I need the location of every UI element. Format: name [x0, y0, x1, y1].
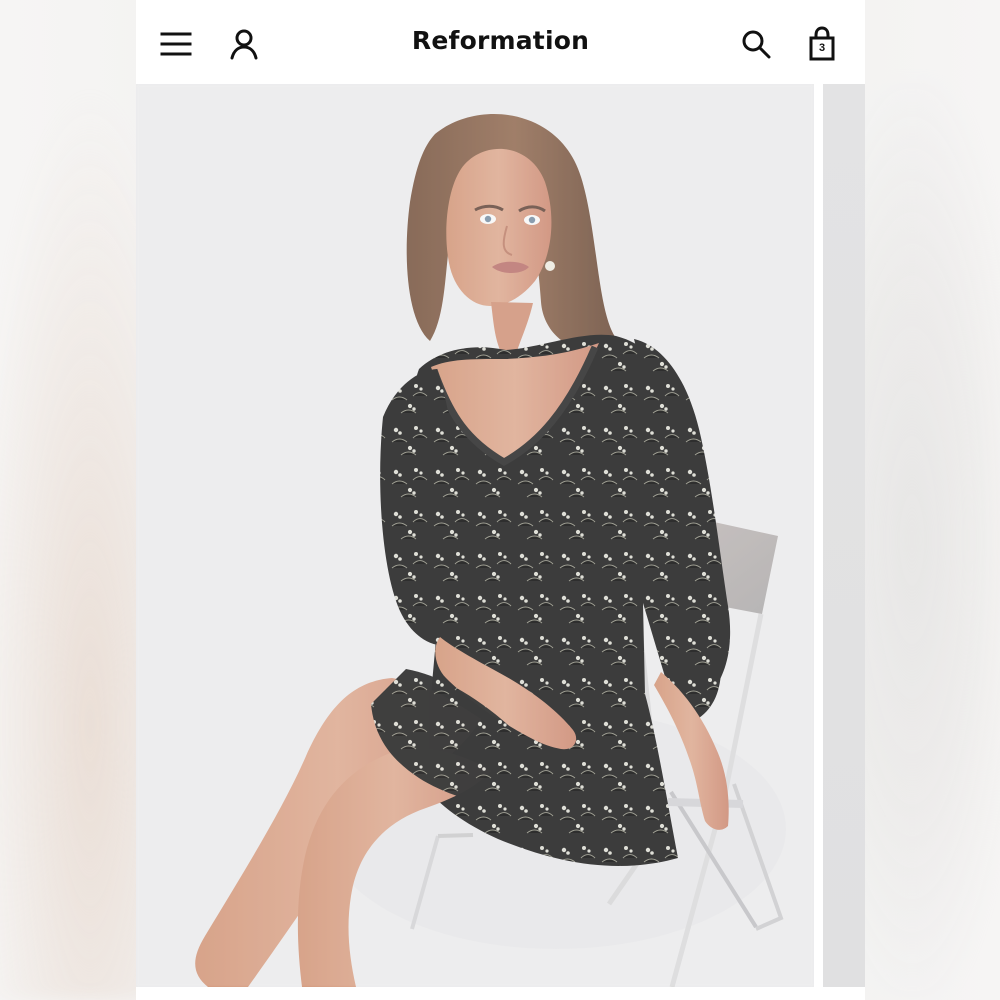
top-navigation-bar: Reformation 3 — [136, 0, 865, 84]
cart-button[interactable]: 3 — [800, 22, 844, 66]
search-icon — [742, 30, 771, 59]
cart-count-badge: 3 — [818, 42, 826, 54]
search-button[interactable] — [734, 22, 778, 66]
model-photo — [136, 84, 814, 987]
next-product-image-preview[interactable] — [823, 84, 865, 987]
mobile-shop-screen: Reformation 3 — [136, 0, 865, 1000]
bottom-white-strip — [136, 987, 865, 1000]
product-hero-image[interactable] — [136, 84, 814, 987]
